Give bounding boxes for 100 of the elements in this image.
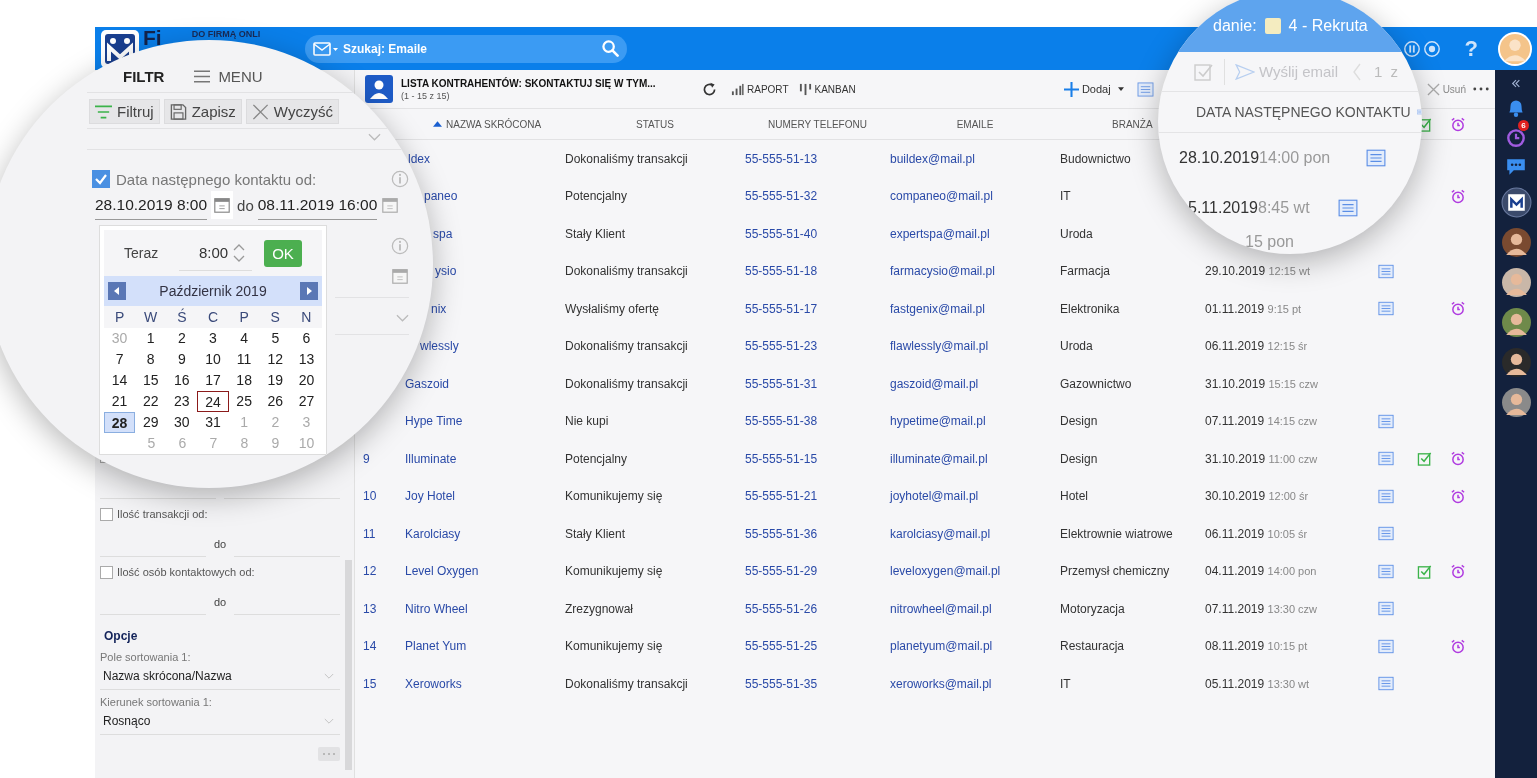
user-avatar[interactable] [1500,267,1532,298]
calendar-day[interactable]: 22 [135,391,167,412]
alarm-clock-icon[interactable] [1505,126,1527,148]
kanban-button[interactable]: KANBAN [793,82,861,96]
calendar-day[interactable]: 1 [135,328,167,349]
record-icon[interactable] [1422,39,1441,58]
pause-icon[interactable] [1402,39,1421,58]
company-name-link[interactable]: nix [431,301,447,316]
phone-link[interactable]: 55-555-51-13 [745,151,818,166]
phone-link[interactable]: 55-555-51-35 [745,676,818,691]
calendar-day[interactable]: 25 [228,391,260,412]
calendar-day[interactable]: 13 [290,349,322,370]
date-to-field[interactable]: 08.11.2019 16:00 [257,190,378,220]
phone-link[interactable]: 55-555-51-29 [745,564,818,579]
envelope-icon[interactable] [313,41,339,56]
email-link[interactable]: illuminate@mail.pl [890,451,988,466]
phone-link[interactable]: 55-555-51-40 [745,226,818,241]
company-name-link[interactable]: Planet Yum [405,639,467,654]
calendar-day[interactable]: 18 [228,370,260,391]
phone-link[interactable]: 55-555-51-23 [745,339,818,354]
email-link[interactable]: flawlessly@mail.pl [890,339,989,354]
calendar-day[interactable]: 10 [197,349,229,370]
chevron-down-icon[interactable] [324,672,334,680]
email-link[interactable]: leveloxygen@mail.pl [890,564,1001,579]
checkbox[interactable] [92,170,110,188]
calendar-day[interactable]: 26 [259,391,291,412]
checkbox[interactable] [100,507,113,521]
company-name-link[interactable]: Hype Time [405,414,463,429]
calendar-day[interactable]: 31 [197,412,229,433]
chat-icon[interactable] [1505,156,1527,178]
email-link[interactable]: farmacysio@mail.pl [890,264,995,279]
phone-link[interactable]: 55-555-51-25 [745,639,818,654]
phone-link[interactable]: 55-555-51-18 [745,264,818,279]
company-name-link[interactable]: Joy Hotel [405,489,456,504]
alarm-clock-icon[interactable] [1450,563,1466,579]
company-name-link[interactable]: spa [433,226,453,241]
app-logo-icon[interactable] [1500,187,1532,218]
refresh-icon[interactable] [701,80,718,98]
company-name-link[interactable]: ysio [435,264,457,279]
calendar-day[interactable]: 29 [135,412,167,433]
user-avatar[interactable] [1500,387,1532,418]
alarm-clock-icon[interactable] [1450,301,1466,317]
company-name-link[interactable]: Level Oxygen [405,564,479,579]
phone-link[interactable]: 55-555-51-26 [745,601,818,616]
chevron-down-icon[interactable] [324,717,334,725]
calendar-day[interactable]: 15 [135,370,167,391]
company-name-link[interactable]: wlessly [420,339,459,354]
user-avatar[interactable] [1500,227,1532,258]
email-link[interactable]: karolciasy@mail.pl [890,526,991,541]
email-link[interactable]: nitrowheel@mail.pl [890,601,992,616]
calendar-day[interactable]: 11 [228,349,260,370]
calendar-day[interactable]: 12 [259,349,291,370]
calendar-day[interactable]: 6 [290,328,322,349]
company-name-link[interactable]: Karolciasy [405,526,461,541]
column-header[interactable]: EMAILE [956,118,994,130]
chevron-down-icon[interactable] [396,314,409,322]
more-icon[interactable] [1473,87,1489,91]
save-button[interactable]: Zapisz [163,99,242,124]
calendar-day[interactable]: 21 [104,391,136,412]
company-name-link[interactable]: Xeroworks [405,676,462,691]
collapse-icon[interactable] [1511,79,1521,88]
company-name-link[interactable]: Nitro Wheel [405,601,468,616]
calendar-icon[interactable] [381,196,400,214]
add-button[interactable]: Dodaj [1058,81,1129,97]
calendar-day[interactable]: 7 [104,349,136,370]
calendar-day[interactable]: 4 [228,328,260,349]
calendar-day[interactable]: 20 [290,370,322,391]
column-header[interactable]: NAZWA SKRÓCONA [433,118,542,130]
report-button[interactable]: RAPORT [726,82,794,96]
checkbox-icon[interactable] [1417,563,1433,579]
calendar-day[interactable]: 9 [166,349,198,370]
email-link[interactable]: companeo@mail.pl [890,189,993,204]
calendar-icon[interactable] [391,267,409,285]
select-field[interactable]: Rosnąco [100,708,340,735]
company-name-link[interactable]: ldex [408,151,430,166]
phone-link[interactable]: 55-555-51-32 [745,189,818,204]
info-icon[interactable] [391,170,409,188]
email-link[interactable]: gaszoid@mail.pl [890,376,979,391]
alarm-clock-icon[interactable] [1450,188,1466,204]
calendar-day[interactable]: 14 [104,370,136,391]
phone-link[interactable]: 55-555-51-15 [745,451,818,466]
previous-month-icon[interactable] [108,282,126,300]
company-name-link[interactable]: Illuminate [405,451,457,466]
calendar-icon[interactable] [211,191,234,219]
alarm-clock-icon[interactable] [1450,451,1466,467]
calendar-day[interactable]: 8 [135,349,167,370]
email-link[interactable]: planetyum@mail.pl [890,639,993,654]
alarm-clock-icon[interactable] [1450,488,1466,504]
calendar-day[interactable]: 28 [104,412,136,433]
email-link[interactable]: xeroworks@mail.pl [890,676,992,691]
clear-button[interactable]: Wyczyść [245,99,339,124]
delete-button[interactable]: Usuń [1421,82,1471,96]
panel-tab[interactable]: MENU [194,67,263,85]
calendar-day[interactable]: 19 [259,370,291,391]
column-header[interactable]: DATA NASTĘPNEGO KONTAKTU [1196,104,1411,120]
column-header[interactable]: BRANŻA [1112,118,1153,130]
filter-button[interactable]: Filtruj [89,99,160,124]
company-name-link[interactable]: paneo [424,189,458,204]
next-month-icon[interactable] [300,282,318,300]
now-button[interactable]: Teraz [124,245,179,261]
